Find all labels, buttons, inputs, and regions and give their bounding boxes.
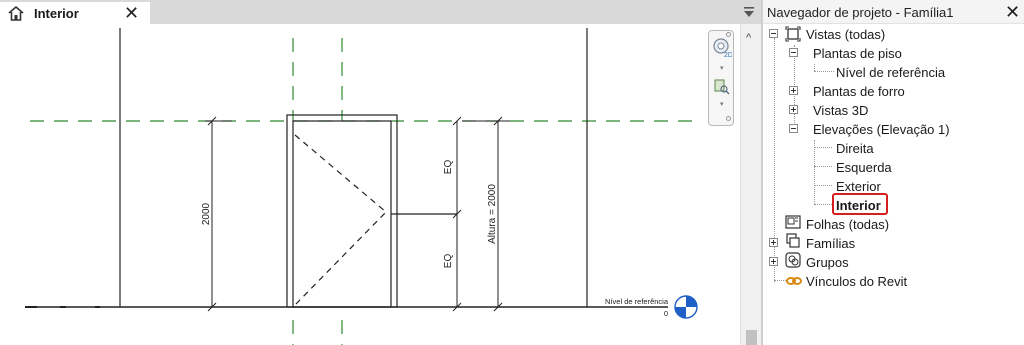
drawing-canvas[interactable]: 2000 EQ EQ Altura = 2000 Nível de referê… [0, 24, 740, 345]
tree-item-esquerda[interactable]: Esquerda [836, 159, 892, 176]
view-scrollbar[interactable]: ^ [740, 24, 762, 345]
tree-line [814, 166, 832, 167]
door-swing-lines [294, 134, 387, 306]
tree-line [774, 280, 786, 281]
door-elevation [286, 114, 457, 308]
scroll-thumb[interactable] [746, 330, 757, 345]
level-head-icon [674, 295, 698, 319]
close-icon[interactable]: ✕ [124, 2, 139, 24]
project-browser-header: Navegador de projeto - Família1 ✕ [763, 0, 1024, 24]
tree-item-direita[interactable]: Direita [836, 140, 874, 157]
view-tab-bar: Interior ✕ [0, 0, 762, 24]
links-icon [786, 277, 802, 285]
sheets-icon [785, 215, 801, 229]
chevron-down-icon[interactable]: ▾ [720, 64, 724, 72]
door-frame-inner [292, 120, 392, 308]
view-tab-interior[interactable]: Interior ✕ [0, 2, 150, 24]
tree-item-nivel-referencia[interactable]: Nível de referência [836, 64, 945, 81]
tree-line [814, 140, 815, 204]
tab-menu-icon[interactable] [742, 6, 756, 18]
level-name-text: Nível de referência [605, 297, 669, 306]
tree-item-vinculos[interactable]: Vínculos do Revit [806, 273, 907, 290]
scroll-up-icon[interactable]: ^ [746, 32, 751, 44]
project-browser: Navegador de projeto - Família1 ✕ Vistas… [763, 0, 1024, 345]
tree-item-plantas-forro[interactable]: Plantas de forro [813, 83, 905, 100]
view-tab-label: Interior [34, 6, 79, 21]
views-icon [785, 26, 801, 42]
settings-dot-icon[interactable] [726, 116, 731, 121]
tree-line [814, 64, 815, 71]
tree-item-interior[interactable]: Interior [836, 197, 881, 214]
view-panel: Interior ✕ 2000 EQ EQ Altura = 2000 Níve… [0, 0, 762, 345]
expand-toggle[interactable] [789, 105, 798, 114]
expand-toggle[interactable] [769, 257, 778, 266]
project-browser-title: Navegador de projeto - Família1 [767, 5, 954, 20]
close-icon[interactable]: ✕ [1005, 1, 1020, 23]
reference-planes [30, 38, 700, 345]
door-frame-outer [286, 114, 398, 308]
collapse-toggle[interactable] [769, 29, 778, 38]
tree-item-vistas[interactable]: Vistas (todas) [806, 26, 885, 43]
tree-line [814, 185, 832, 186]
settings-dot-icon[interactable] [726, 32, 731, 37]
tree-item-vistas-3d[interactable]: Vistas 3D [813, 102, 868, 119]
dimension-height-text: 2000 [201, 202, 212, 225]
dimension-eq-top-text: EQ [443, 160, 454, 175]
groups-icon [785, 252, 801, 268]
level-value-text: 0 [664, 309, 668, 318]
home-icon [8, 6, 24, 21]
dimension-altura-text: Altura = 2000 [487, 184, 498, 244]
tree-item-plantas-piso[interactable]: Plantas de piso [813, 45, 902, 62]
dimension-altura [462, 116, 510, 312]
expand-toggle[interactable] [789, 86, 798, 95]
tree-item-elevacoes[interactable]: Elevações (Elevação 1) [813, 121, 950, 138]
tree-item-familias[interactable]: Famílias [806, 235, 855, 252]
steering-wheel-icon[interactable]: 2D [712, 37, 732, 59]
svg-text:2D: 2D [724, 52, 732, 59]
expand-toggle[interactable] [769, 238, 778, 247]
tree-item-folhas[interactable]: Folhas (todas) [806, 216, 889, 233]
project-tree: Vistas (todas) Plantas de piso Nível de … [763, 24, 1024, 345]
chevron-down-icon[interactable]: ▾ [720, 100, 724, 108]
revit-window: Interior ✕ 2000 EQ EQ Altura = 2000 Níve… [0, 0, 1024, 345]
dimension-eq-bottom-text: EQ [443, 254, 454, 269]
collapse-toggle[interactable] [789, 124, 798, 133]
navigation-bar: 2D ▾ ▾ [708, 30, 734, 126]
tree-item-grupos[interactable]: Grupos [806, 254, 849, 271]
zoom-icon[interactable] [714, 79, 730, 95]
tree-line [814, 71, 834, 72]
collapse-toggle[interactable] [789, 48, 798, 57]
families-icon [786, 233, 800, 248]
tree-line [814, 204, 832, 205]
tree-line [814, 147, 832, 148]
